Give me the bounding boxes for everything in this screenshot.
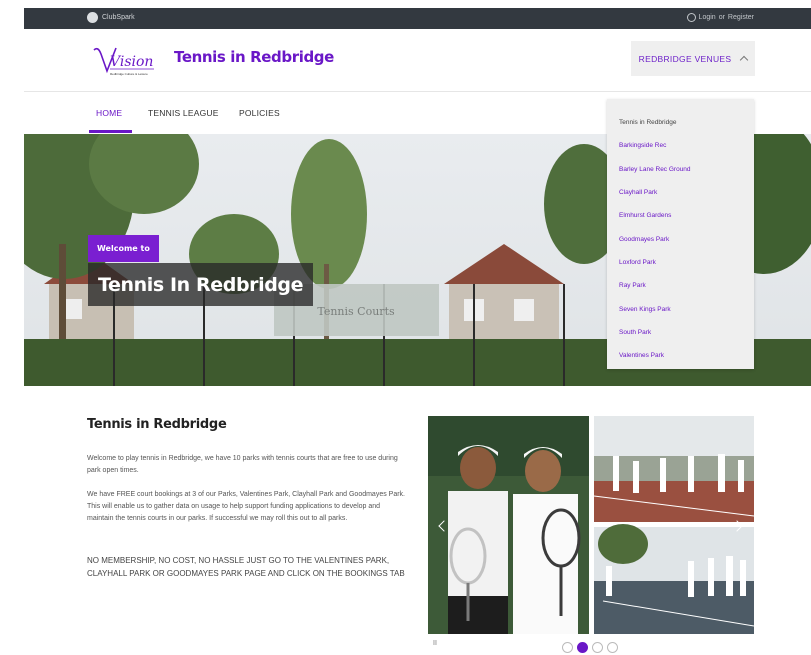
login-link[interactable]: Login bbox=[699, 14, 716, 21]
venue-option[interactable]: Clayhall Park bbox=[607, 181, 754, 204]
venues-button-label: REDBRIDGE VENUES bbox=[638, 53, 732, 64]
nav-policies[interactable]: POLICIES bbox=[239, 108, 280, 118]
clubspark-brand[interactable]: ClubSpark bbox=[87, 12, 135, 23]
intro-paragraph: Welcome to play tennis in Redbridge, we … bbox=[87, 455, 398, 474]
venue-option[interactable]: Seven Kings Park bbox=[607, 297, 754, 320]
redbridge-venues-button[interactable]: REDBRIDGE VENUES bbox=[631, 41, 755, 76]
venue-option[interactable]: South Park bbox=[607, 321, 754, 344]
user-icon bbox=[686, 13, 696, 22]
pause-icon[interactable]: II bbox=[433, 640, 437, 647]
top-utility-bar: ClubSpark Login or Register bbox=[24, 8, 811, 29]
venue-option[interactable]: Ray Park bbox=[607, 274, 754, 297]
venue-option[interactable]: Goodmayes Park bbox=[607, 227, 754, 250]
nav-tennis-league[interactable]: TENNIS LEAGUE bbox=[148, 108, 219, 118]
carousel-dots bbox=[562, 642, 618, 653]
auth-links: Login or Register bbox=[686, 13, 754, 22]
logo-word: Vision bbox=[110, 54, 153, 70]
main-content: Tennis in Redbridge Welcome to play tenn… bbox=[0, 386, 811, 655]
welcome-badge: Welcome to bbox=[88, 235, 159, 262]
venue-option[interactable]: Loxford Park bbox=[607, 251, 754, 274]
register-link[interactable]: Register bbox=[728, 14, 754, 21]
logo-tagline: Redbridge Culture & Leisure bbox=[110, 72, 148, 76]
clubspark-label: ClubSpark bbox=[102, 14, 135, 21]
bookings-paragraph: We have FREE court bookings at 3 of our … bbox=[87, 491, 406, 522]
photo-carousel[interactable] bbox=[428, 416, 754, 634]
vision-logo[interactable]: Vision Redbridge Culture & Leisure bbox=[90, 40, 162, 82]
hero-title: Tennis In Redbridge bbox=[88, 263, 314, 306]
or-text: or bbox=[718, 14, 725, 21]
nav-active-underline bbox=[89, 130, 132, 133]
carousel-dot[interactable] bbox=[577, 642, 588, 653]
section-title: Tennis in Redbridge bbox=[87, 417, 227, 432]
carousel-slide-image bbox=[428, 416, 754, 634]
carousel-dot[interactable] bbox=[607, 642, 618, 653]
nav-home[interactable]: HOME bbox=[96, 108, 122, 118]
clubspark-logo-icon bbox=[87, 12, 98, 23]
site-header: Vision Redbridge Culture & Leisure Tenni… bbox=[24, 29, 811, 92]
venue-option[interactable]: Tennis in Redbridge bbox=[607, 111, 754, 134]
no-membership-paragraph: NO MEMBERSHIP, NO COST, NO HASSLE JUST G… bbox=[87, 556, 405, 578]
carousel-dot[interactable] bbox=[562, 642, 573, 653]
site-title[interactable]: Tennis in Redbridge bbox=[174, 48, 334, 66]
venue-option[interactable]: Barkingside Rec bbox=[607, 134, 754, 157]
venue-option[interactable]: Elmhurst Gardens bbox=[607, 204, 754, 227]
carousel-dot[interactable] bbox=[592, 642, 603, 653]
venue-option[interactable]: Valentines Park bbox=[607, 344, 754, 367]
venues-dropdown: Tennis in Redbridge Barkingside Rec Barl… bbox=[607, 99, 754, 369]
chevron-up-icon bbox=[740, 55, 749, 65]
venue-option[interactable]: Barley Lane Rec Ground bbox=[607, 158, 754, 181]
hero-court-banner-text: Tennis Courts bbox=[317, 305, 395, 318]
